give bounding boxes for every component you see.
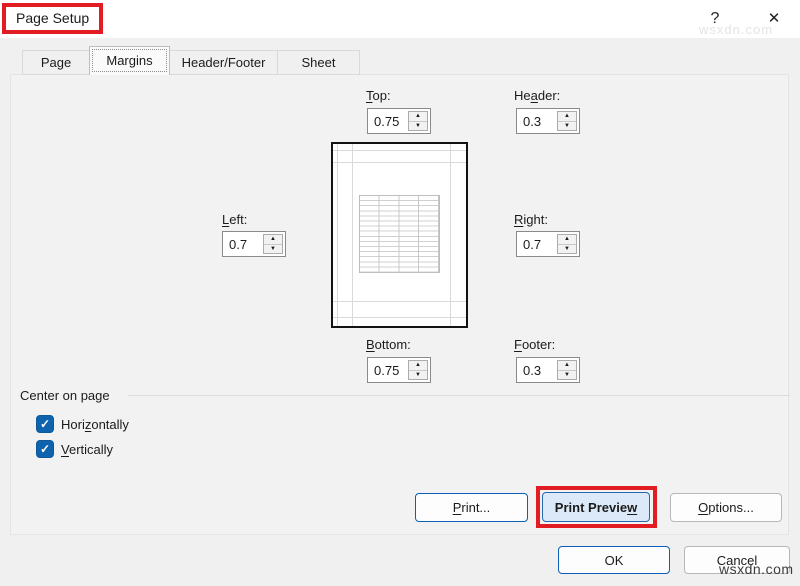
footer-margin-input[interactable] [517,358,561,382]
dialog-title: Page Setup [16,10,89,26]
ok-button-label: OK [605,553,624,568]
right-margin-label: Right: [514,212,548,227]
vertically-checkbox[interactable]: ✓ [36,440,54,458]
check-icon: ✓ [40,442,50,456]
spin-down-icon[interactable]: ▼ [264,244,282,254]
footer-margin-spinner: ▲ ▼ [557,360,577,380]
preview-guide-line [333,150,466,151]
spin-down-icon[interactable]: ▼ [558,121,576,131]
options-button-label: Options... [698,500,754,515]
tab-margins[interactable]: Margins [89,46,170,75]
bottom-margin-field: ▲ ▼ [367,357,431,383]
options-button[interactable]: Options... [670,493,782,522]
page-setup-dialog: Page Setup ? ✕ wsxdn.com Page Margins He… [0,0,800,586]
right-margin-spinner: ▲ ▼ [557,234,577,254]
tab-margins-label: Margins [106,53,152,68]
spin-up-icon[interactable]: ▲ [558,112,576,121]
left-margin-label: Left: [222,212,247,227]
top-margin-spinner: ▲ ▼ [408,111,428,131]
vertically-checkbox-label[interactable]: Vertically [61,442,113,457]
preview-guide-line [450,144,451,326]
bottom-margin-label: Bottom: [366,337,411,352]
watermark-bottom: wsxdn.com [719,561,794,577]
print-button-label: Print... [453,500,491,515]
spin-up-icon[interactable]: ▲ [409,112,427,121]
center-on-page-group-label: Center on page [20,388,110,403]
header-margin-spinner: ▲ ▼ [557,111,577,131]
watermark-top: wsxdn.com [699,22,773,37]
preview-guide-line [333,301,466,302]
spin-up-icon[interactable]: ▲ [409,361,427,370]
right-margin-field: ▲ ▼ [516,231,580,257]
bottom-margin-spinner: ▲ ▼ [408,360,428,380]
preview-guide-line [333,317,466,318]
title-bar: Page Setup ? ✕ [0,0,800,38]
top-margin-label: Top: [366,88,391,103]
horizontally-checkbox[interactable]: ✓ [36,415,54,433]
spin-up-icon[interactable]: ▲ [264,235,282,244]
preview-guide-line [337,144,338,326]
tab-page[interactable]: Page [22,50,90,75]
header-margin-input[interactable] [517,109,561,133]
right-margin-input[interactable] [517,232,561,256]
spin-down-icon[interactable]: ▼ [409,370,427,380]
print-preview-button-label: Print Preview [555,500,637,515]
spin-down-icon[interactable]: ▼ [558,370,576,380]
group-divider-line [128,395,790,396]
footer-margin-label: Footer: [514,337,555,352]
spin-up-icon[interactable]: ▲ [558,361,576,370]
tab-sheet[interactable]: Sheet [277,50,360,75]
bottom-margin-input[interactable] [368,358,412,382]
preview-guide-line [333,162,466,163]
spin-down-icon[interactable]: ▼ [409,121,427,131]
print-preview-button[interactable]: Print Preview [542,492,650,522]
preview-sheet-grid [359,195,440,273]
page-margin-preview [331,142,468,328]
header-margin-field: ▲ ▼ [516,108,580,134]
left-margin-spinner: ▲ ▼ [263,234,283,254]
top-margin-field: ▲ ▼ [367,108,431,134]
spin-down-icon[interactable]: ▼ [558,244,576,254]
left-margin-input[interactable] [223,232,267,256]
footer-margin-field: ▲ ▼ [516,357,580,383]
tab-header-footer[interactable]: Header/Footer [169,50,278,75]
print-button[interactable]: Print... [415,493,528,522]
top-margin-input[interactable] [368,109,412,133]
dialog-title-highlighted: Page Setup [2,3,103,34]
horizontally-checkbox-label[interactable]: Horizontally [61,417,129,432]
header-margin-label: Header: [514,88,560,103]
tab-sheet-label: Sheet [302,55,336,70]
check-icon: ✓ [40,417,50,431]
ok-button[interactable]: OK [558,546,670,574]
spin-up-icon[interactable]: ▲ [558,235,576,244]
preview-guide-line [352,144,353,326]
tab-header-footer-label: Header/Footer [182,55,266,70]
tab-page-label: Page [41,55,71,70]
left-margin-field: ▲ ▼ [222,231,286,257]
